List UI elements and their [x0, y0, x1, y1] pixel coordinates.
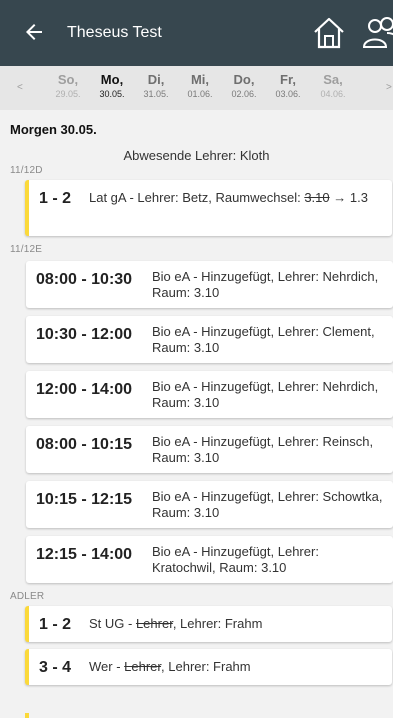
entry-teacher: , Lehrer: Frahm — [172, 616, 263, 631]
day-date: 02.06. — [231, 89, 257, 99]
entry-card[interactable]: 08:00 - 10:15 Bio eA - Hinzugefügt, Lehr… — [26, 426, 393, 473]
day-weekday: Fr, — [280, 72, 296, 87]
entry-description: Bio eA - Hinzugefügt, Lehrer: Schowtka, … — [152, 489, 383, 520]
entry-description: Lat gA - Lehrer: Betz, Raumwechsel: 3.10… — [89, 190, 389, 206]
entry-card[interactable]: 10:30 - 12:00 Bio eA - Hinzugefügt, Lehr… — [26, 316, 393, 363]
entry-time: 08:00 - 10:15 — [36, 436, 133, 453]
next-entry-marker — [25, 713, 29, 718]
day-tab-saturday[interactable]: Sa, 04.06. — [313, 72, 353, 100]
entry-time: 12:15 - 14:00 — [36, 546, 133, 563]
app-bar: Theseus Test — [0, 0, 393, 66]
day-tab-sunday[interactable]: So, 29.05. — [48, 72, 88, 100]
day-weekday: Mi, — [190, 72, 210, 87]
entry-description: Bio eA - Hinzugefügt, Lehrer: Nehrdich, … — [152, 269, 379, 300]
entry-card[interactable]: 1 - 2 St UG - Lehrer, Lehrer: Frahm — [25, 606, 392, 642]
entry-struck-room: 3.10 — [304, 190, 330, 205]
day-weekday: Di, — [147, 72, 165, 87]
entry-time: 12:00 - 14:00 — [36, 381, 133, 398]
entry-struck-teacher: Lehrer — [124, 659, 162, 674]
day-weekday: Sa, — [323, 72, 343, 87]
entry-new-room: → 1.3 — [329, 190, 368, 205]
entry-card[interactable]: 08:00 - 10:30 Bio eA - Hinzugefügt, Lehr… — [26, 261, 393, 308]
next-days-arrow-icon[interactable]: > — [386, 82, 392, 93]
entry-time: 10:30 - 12:00 — [36, 326, 133, 343]
entry-time: 1 - 2 — [39, 190, 72, 207]
day-tab-monday[interactable]: Mo, 30.05. — [92, 72, 132, 100]
previous-days-arrow-icon[interactable]: < — [17, 82, 23, 93]
app-title: Theseus Test — [67, 24, 162, 41]
entry-description: Bio eA - Hinzugefügt, Lehrer: Reinsch, R… — [152, 434, 374, 465]
day-date: 01.06. — [187, 89, 213, 99]
day-date: 03.06. — [275, 89, 301, 99]
entry-card[interactable]: 12:00 - 14:00 Bio eA - Hinzugefügt, Lehr… — [26, 371, 393, 418]
day-date: 31.05. — [143, 89, 169, 99]
entry-time: 1 - 2 — [39, 616, 72, 633]
entry-teacher: , Lehrer: Frahm — [161, 659, 251, 674]
entry-time: 08:00 - 10:30 — [36, 271, 133, 288]
entry-card[interactable]: 12:15 - 14:00 Bio eA - Hinzugefügt, Lehr… — [26, 536, 393, 583]
entry-description-text: Lat gA - Lehrer: Betz, Raumwechsel: — [89, 190, 305, 205]
day-date: 04.06. — [320, 89, 346, 99]
entry-card[interactable]: 10:15 - 12:15 Bio eA - Hinzugefügt, Lehr… — [26, 481, 393, 528]
day-tab-wednesday[interactable]: Mi, 01.06. — [180, 72, 220, 100]
absent-teachers: Abwesende Lehrer: Kloth — [123, 148, 270, 163]
day-weekday: Do, — [233, 72, 255, 87]
day-tab-friday[interactable]: Fr, 03.06. — [268, 72, 308, 100]
entry-description-text: Wer - — [89, 659, 125, 674]
day-weekday: So, — [57, 72, 79, 87]
day-date: 29.05. — [55, 89, 81, 99]
day-weekday: Mo, — [100, 72, 124, 87]
entry-description: Bio eA - Hinzugefügt, Lehrer: Nehrdich, … — [152, 379, 379, 410]
date-heading: Morgen 30.05. — [10, 122, 97, 137]
entry-description: St UG - Lehrer, Lehrer: Frahm — [89, 616, 389, 632]
day-date: 30.05. — [99, 89, 125, 99]
people-icon[interactable] — [362, 16, 393, 50]
entry-description: Bio eA - Hinzugefügt, Lehrer: Kratochwil… — [152, 544, 319, 575]
back-arrow-icon[interactable] — [22, 20, 46, 44]
entry-description: Bio eA - Hinzugefügt, Lehrer: Clement, R… — [152, 324, 375, 355]
group-label-11-12d: 11/12D — [10, 165, 43, 176]
day-selector: < So, 29.05. Mo, 30.05. Di, 31.05. Mi, 0… — [0, 66, 393, 110]
day-tab-thursday[interactable]: Do, 02.06. — [224, 72, 264, 100]
day-tab-tuesday[interactable]: Di, 31.05. — [136, 72, 176, 100]
entry-card[interactable]: 1 - 2 Lat gA - Lehrer: Betz, Raumwechsel… — [25, 180, 392, 236]
home-icon[interactable] — [312, 16, 346, 50]
entry-description: Wer - Lehrer, Lehrer: Frahm — [89, 659, 389, 675]
entry-struck-teacher: Lehrer — [135, 616, 173, 631]
entry-time: 3 - 4 — [39, 659, 72, 676]
entry-card[interactable]: 3 - 4 Wer - Lehrer, Lehrer: Frahm — [25, 649, 392, 685]
entry-description-text: St UG - — [89, 616, 136, 631]
group-label-11-12e: 11/12E — [10, 244, 43, 255]
substitution-list: Morgen 30.05. Abwesende Lehrer: Kloth 11… — [0, 110, 393, 718]
group-label-adler: ADLER — [10, 591, 45, 602]
entry-time: 10:15 - 12:15 — [36, 491, 133, 508]
